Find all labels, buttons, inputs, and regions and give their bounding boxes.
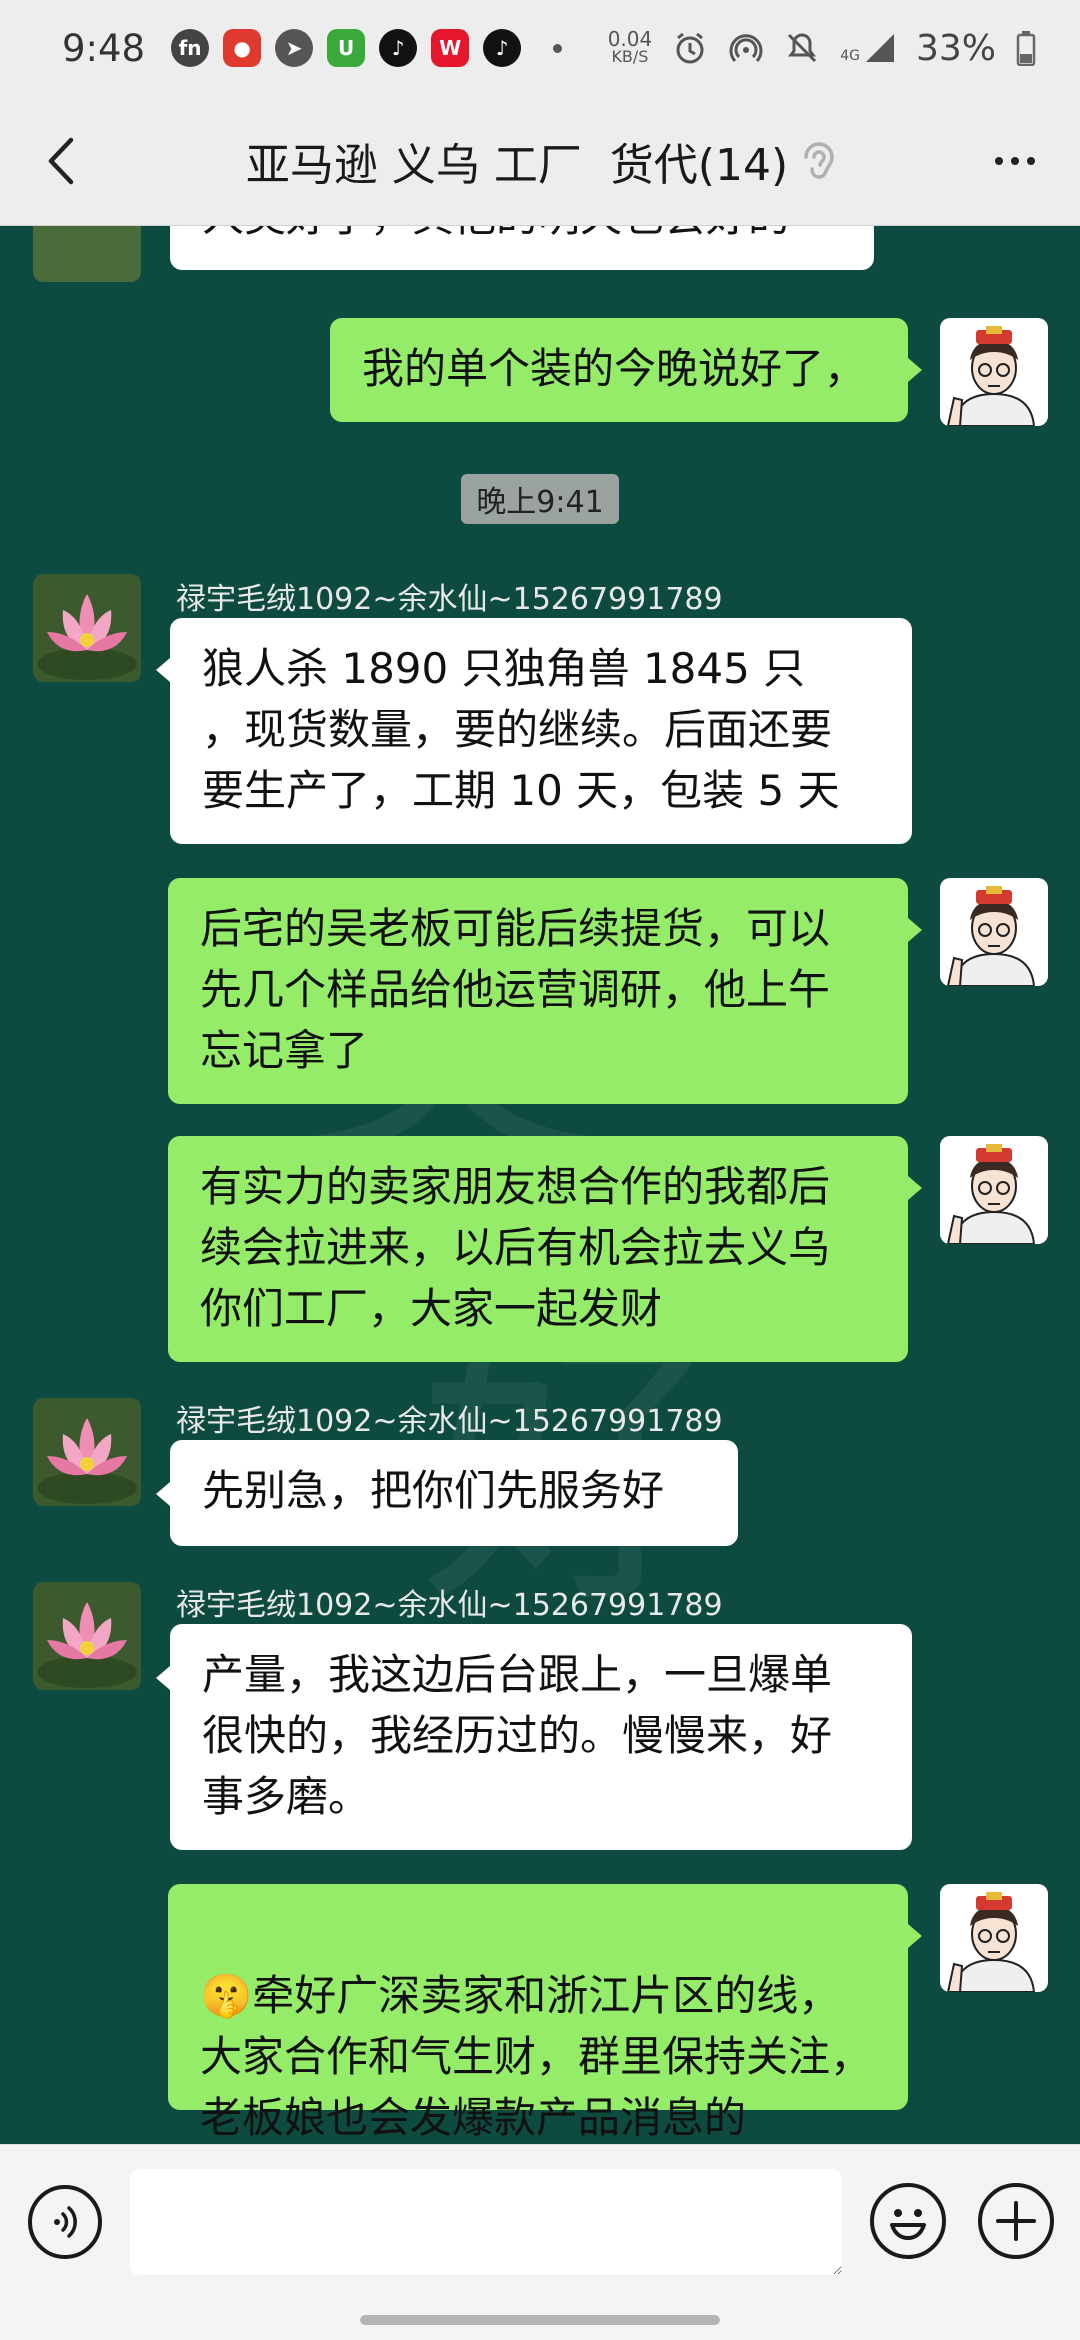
message-bubble-out[interactable]: 后宅的吴老板可能后续提货，可以 先几个样品给他运营调研，他上午 忘记拿了	[168, 878, 908, 1104]
chat-header: 亚马逊 义乌 工厂 货代(14)	[0, 96, 1080, 226]
message-bubble-out[interactable]: 有实力的卖家朋友想合作的我都后 续会拉进来，以后有机会拉去义乌 你们工厂，大家一…	[168, 1136, 908, 1362]
plus-icon	[996, 2201, 1036, 2241]
emoji-icon	[890, 2209, 926, 2240]
cartoon-avatar-icon	[940, 878, 1048, 986]
lotus-avatar-icon	[33, 574, 141, 682]
plus-button[interactable]	[978, 2183, 1054, 2259]
avatar[interactable]	[33, 574, 141, 682]
message-bubble-in[interactable]: 先别急，把你们先服务好	[170, 1440, 738, 1546]
time-divider: 晚上9:41	[461, 474, 619, 524]
lotus-avatar-icon	[33, 1398, 141, 1506]
message-bubble-out[interactable]: 我的单个装的今晚说好了，	[330, 318, 908, 422]
sender-name: 禄宇毛绒1092~余水仙~15267991789	[176, 1404, 723, 1439]
more-dots-icon[interactable]	[980, 136, 1050, 186]
chevron-left-icon	[48, 137, 74, 185]
cartoon-avatar-icon	[940, 318, 1048, 426]
hotspot-icon	[729, 34, 763, 63]
avatar-self[interactable]	[940, 1884, 1048, 1992]
message-bubble-in[interactable]: 狼人杀 1890 只独角兽 1845 只 ，现货数量，要的继续。后面还要 要生产…	[170, 618, 912, 844]
status-time: 9:48	[62, 26, 146, 70]
home-indicator[interactable]	[360, 2315, 720, 2325]
input-bar	[0, 2144, 1080, 2340]
kuaishou-icon: ●	[223, 29, 262, 67]
tiktok-icon: ♪	[379, 29, 418, 67]
utility-icon: U	[327, 29, 366, 67]
message-input[interactable]	[130, 2169, 842, 2275]
net-speed-unit: KB/S	[611, 47, 649, 66]
back-button[interactable]	[30, 130, 90, 192]
avatar[interactable]	[33, 1398, 141, 1506]
emoji-button[interactable]	[870, 2183, 946, 2259]
net-speed-value: 0.04	[607, 27, 653, 51]
shush-emoji: 🤫	[200, 1971, 253, 2020]
sender-name: 禄宇毛绒1092~余水仙~15267991789	[176, 582, 723, 617]
tiktok-icon: ♪	[483, 29, 522, 67]
ear-icon	[804, 141, 834, 179]
lotus-avatar-icon	[33, 1582, 141, 1690]
chat-area[interactable]: 美 好 人类好了，其他的明天也会好的 我的单个装的今晚说好了， 晚上9:41	[0, 226, 1080, 2144]
cartoon-avatar-icon	[940, 1136, 1048, 1244]
fn-icon: fn	[171, 29, 210, 67]
message-bubble-in[interactable]: 人类好了，其他的明天也会好的	[170, 226, 874, 270]
alarm-icon	[676, 32, 704, 64]
avatar-self[interactable]	[940, 878, 1048, 986]
voice-icon	[54, 2206, 77, 2238]
avatar[interactable]	[33, 1582, 141, 1690]
net-speed: 0.04 KB/S	[607, 27, 653, 66]
mute-icon	[788, 33, 817, 63]
sender-name: 禄宇毛绒1092~余水仙~15267991789	[176, 1588, 723, 1623]
avatar[interactable]	[33, 226, 141, 282]
message-text: 牵好广深卖家和浙江片区的线， 大家合作和气生财，群里保持关注， 老板娘也会发爆款…	[200, 1971, 873, 2142]
more-notifications-dot	[553, 43, 563, 53]
voice-button[interactable]	[28, 2185, 102, 2259]
battery-icon	[1016, 31, 1036, 66]
cartoon-avatar-icon	[940, 1884, 1048, 1992]
chat-title[interactable]: 亚马逊 义乌 工厂 货代(14)	[246, 129, 788, 193]
sail-icon: ➤	[275, 29, 314, 67]
battery-percent: 33%	[915, 27, 996, 69]
message-bubble-out[interactable]: 🤫牵好广深卖家和浙江片区的线， 大家合作和气生财，群里保持关注， 老板娘也会发爆…	[168, 1884, 908, 2142]
signal-icon: 4G	[840, 32, 896, 64]
message-bubble-in[interactable]: 产量，我这边后台跟上，一旦爆单 很快的，我经历过的。慢慢来，好 事多磨。	[170, 1624, 912, 1850]
weibo-icon: W	[431, 29, 470, 67]
notification-icons: fn ● ➤ U ♪ W ♪	[171, 29, 563, 67]
avatar-self[interactable]	[940, 318, 1048, 426]
avatar-self[interactable]	[940, 1136, 1048, 1244]
status-bar: 9:48 fn ● ➤ U ♪ W ♪ 0.04 KB/S 4G 33%	[0, 0, 1080, 96]
